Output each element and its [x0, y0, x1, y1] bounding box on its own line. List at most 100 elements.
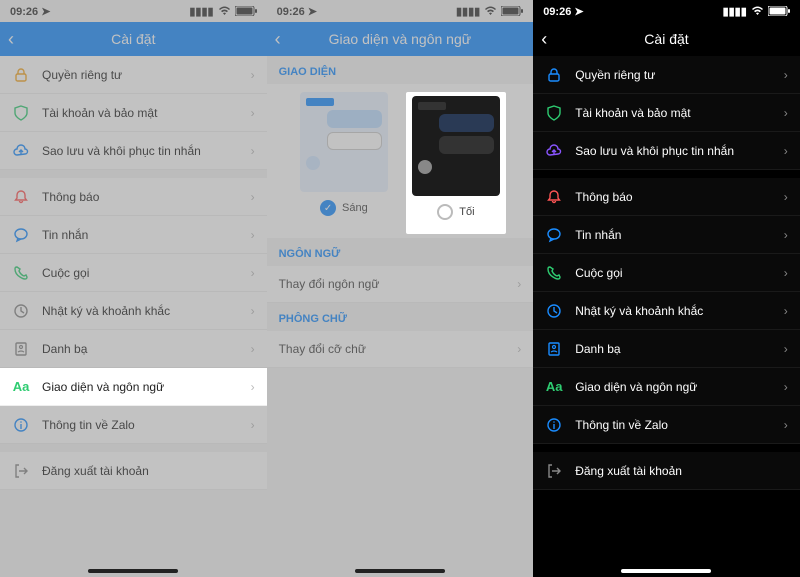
screenshot-theme-picker: 09:26 ➤ ▮▮▮▮ ‹ Giao diện và ngôn ngữ GIA… [267, 0, 534, 577]
settings-row-clock[interactable]: Nhật ký và khoảnh khắc› [533, 292, 800, 330]
settings-row-logout[interactable]: Đăng xuất tài khoản [533, 452, 800, 490]
settings-row-info[interactable]: Thông tin về Zalo› [533, 406, 800, 444]
settings-row-Aa[interactable]: AaGiao diện và ngôn ngữ› [533, 368, 800, 406]
change-language-row[interactable]: Thay đổi ngôn ngữ › [267, 266, 534, 303]
theme-light[interactable]: ✓ Sáng [294, 92, 394, 234]
row-label: Thay đổi ngôn ngữ [279, 277, 380, 291]
settings-row-bell[interactable]: Thông báo› [0, 178, 267, 216]
chevron-right-icon: › [517, 277, 521, 291]
settings-row-phone[interactable]: Cuộc gọi› [533, 254, 800, 292]
settings-list: Quyền riêng tư›Tài khoản và bảo mật›Sao … [533, 56, 800, 577]
settings-row-book[interactable]: Danh bạ› [0, 330, 267, 368]
chevron-right-icon: › [251, 380, 255, 394]
theme-dark-preview [412, 96, 500, 196]
signal-icon: ▮▮▮▮ [189, 5, 213, 18]
wifi-icon [218, 6, 231, 16]
chevron-right-icon: › [784, 304, 788, 318]
theme-dark-label: Tối [459, 206, 474, 218]
settings-row-cloud[interactable]: Sao lưu và khôi phục tin nhắn› [533, 132, 800, 170]
cloud-icon [545, 142, 563, 160]
row-label: Thông báo [575, 190, 784, 204]
settings-row-Aa[interactable]: AaGiao diện và ngôn ngữ› [0, 368, 267, 406]
row-label: Quyền riêng tư [575, 68, 784, 82]
settings-row-shield[interactable]: Tài khoản và bảo mật› [0, 94, 267, 132]
chevron-right-icon: › [784, 106, 788, 120]
chevron-right-icon: › [784, 228, 788, 242]
lock-icon [12, 66, 30, 84]
status-time: 09:26 [277, 6, 305, 18]
row-label: Thay đổi cỡ chữ [279, 342, 366, 356]
row-label: Quyền riêng tư [42, 68, 251, 82]
chat-icon [545, 226, 563, 244]
settings-row-cloud[interactable]: Sao lưu và khôi phục tin nhắn› [0, 132, 267, 170]
row-label: Cuộc gọi [575, 266, 784, 280]
book-icon [12, 340, 30, 358]
row-label: Giao diện và ngôn ngữ [42, 380, 251, 394]
settings-row-chat[interactable]: Tin nhắn› [533, 216, 800, 254]
home-indicator[interactable] [355, 569, 445, 573]
chevron-right-icon: › [784, 418, 788, 432]
row-label: Nhật ký và khoảnh khắc [42, 304, 251, 318]
row-label: Sao lưu và khôi phục tin nhắn [42, 144, 251, 158]
settings-row-shield[interactable]: Tài khoản và bảo mật› [533, 94, 800, 132]
shield-icon [12, 104, 30, 122]
chevron-right-icon: › [784, 68, 788, 82]
settings-row-clock[interactable]: Nhật ký và khoảnh khắc› [0, 292, 267, 330]
chevron-right-icon: › [784, 380, 788, 394]
settings-row-lock[interactable]: Quyền riêng tư› [533, 56, 800, 94]
home-indicator[interactable] [88, 569, 178, 573]
settings-row-info[interactable]: Thông tin về Zalo› [0, 406, 267, 444]
settings-row-chat[interactable]: Tin nhắn› [0, 216, 267, 254]
chevron-right-icon: › [251, 266, 255, 280]
back-icon[interactable]: ‹ [275, 29, 281, 50]
row-label: Danh bạ [575, 342, 784, 356]
row-label: Thông tin về Zalo [42, 418, 251, 432]
chevron-right-icon: › [251, 304, 255, 318]
theme-light-label: Sáng [342, 202, 368, 214]
row-label: Thông tin về Zalo [575, 418, 784, 432]
row-label: Cuộc gọi [42, 266, 251, 280]
change-font-row[interactable]: Thay đổi cỡ chữ › [267, 331, 534, 368]
settings-row-lock[interactable]: Quyền riêng tư› [0, 56, 267, 94]
row-label: Nhật ký và khoảnh khắc [575, 304, 784, 318]
status-right: ▮▮▮▮ [189, 5, 256, 18]
settings-row-bell[interactable]: Thông báo› [533, 178, 800, 216]
back-icon[interactable]: ‹ [541, 29, 547, 50]
status-bar: 09:26 ➤ ▮▮▮▮ [267, 0, 534, 22]
wifi-icon [484, 6, 497, 16]
chevron-right-icon: › [251, 418, 255, 432]
settings-row-logout[interactable]: Đăng xuất tài khoản [0, 452, 267, 490]
theme-options: ✓ Sáng Tối [267, 84, 534, 238]
clock-icon [545, 302, 563, 320]
bell-icon [545, 188, 563, 206]
signal-icon: ▮▮▮▮ [456, 5, 480, 18]
radio-on-icon: ✓ [320, 200, 336, 216]
phone-icon [12, 264, 30, 282]
back-icon[interactable]: ‹ [8, 29, 14, 50]
info-icon [545, 416, 563, 434]
status-time: 09:26 [543, 6, 571, 18]
clock-icon [12, 302, 30, 320]
screenshot-settings-dark: 09:26 ➤ ▮▮▮▮ ‹ Cài đặt Quyền riêng tư›Tà… [533, 0, 800, 577]
header: ‹ Cài đặt [533, 22, 800, 56]
chevron-right-icon: › [784, 266, 788, 280]
page-title: Giao diện và ngôn ngữ [267, 31, 534, 47]
status-right: ▮▮▮▮ [723, 5, 790, 18]
theme-dark[interactable]: Tối [406, 92, 506, 234]
chevron-right-icon: › [251, 144, 255, 158]
wifi-icon [751, 6, 764, 16]
Aa-icon: Aa [545, 378, 563, 396]
home-indicator[interactable] [621, 569, 711, 573]
page-title: Cài đặt [533, 31, 800, 47]
shield-icon [545, 104, 563, 122]
settings-row-phone[interactable]: Cuộc gọi› [0, 254, 267, 292]
settings-row-book[interactable]: Danh bạ› [533, 330, 800, 368]
logout-icon [12, 462, 30, 480]
status-right: ▮▮▮▮ [456, 5, 523, 18]
section-language: NGÔN NGỮ [267, 238, 534, 266]
chevron-right-icon: › [251, 106, 255, 120]
chevron-right-icon: › [517, 342, 521, 356]
header: ‹ Cài đặt [0, 22, 267, 56]
section-theme: GIAO DIỆN [267, 56, 534, 84]
bell-icon [12, 188, 30, 206]
